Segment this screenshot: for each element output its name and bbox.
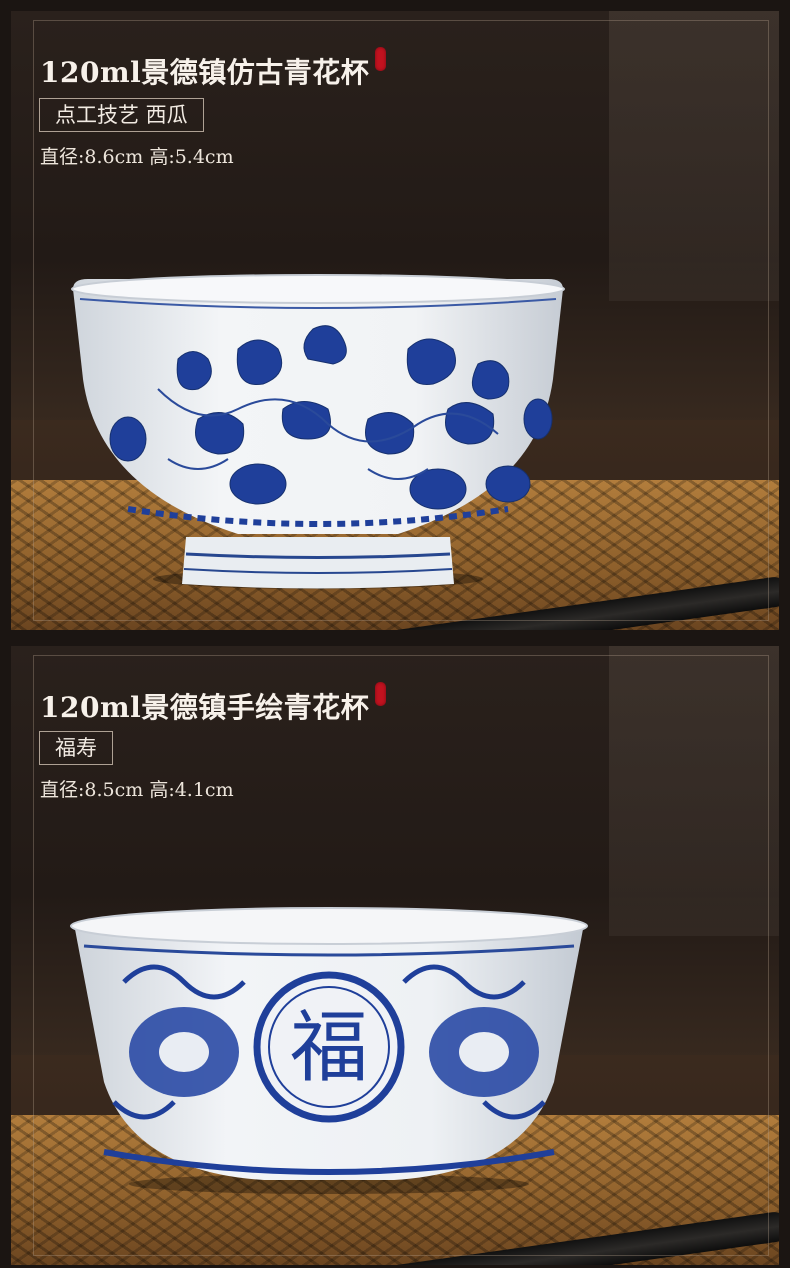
product-dimensions: 直径:8.5cm 高:4.1cm [40, 779, 234, 801]
fushou-cup-image: 福 [70, 907, 588, 1194]
product-panel-fushou-cup: 120ml景德镇手绘青花杯 福寿 直径:8.5cm 高:4.1cm 福 [11, 646, 779, 1265]
watermelon-cup-image [71, 274, 565, 589]
product-title-row: 120ml景德镇仿古青花杯 [40, 47, 387, 91]
background-window [609, 646, 779, 936]
product-dimensions: 直径:8.6cm 高:5.4cm [40, 146, 234, 168]
product-title: 120ml景德镇手绘青花杯 [40, 691, 370, 724]
background-window [609, 11, 779, 301]
product-tag: 点工技艺 西瓜 [39, 98, 204, 132]
product-panel-watermelon-cup: 120ml景德镇仿古青花杯 点工技艺 西瓜 直径:8.6cm 高:5.4cm [11, 11, 779, 630]
red-seal-icon [375, 47, 387, 71]
product-title-row: 120ml景德镇手绘青花杯 [40, 682, 387, 726]
red-seal-icon [375, 682, 387, 706]
product-tag: 福寿 [39, 731, 113, 765]
product-title: 120ml景德镇仿古青花杯 [40, 56, 370, 89]
fu-character: 福 [290, 1003, 368, 1093]
